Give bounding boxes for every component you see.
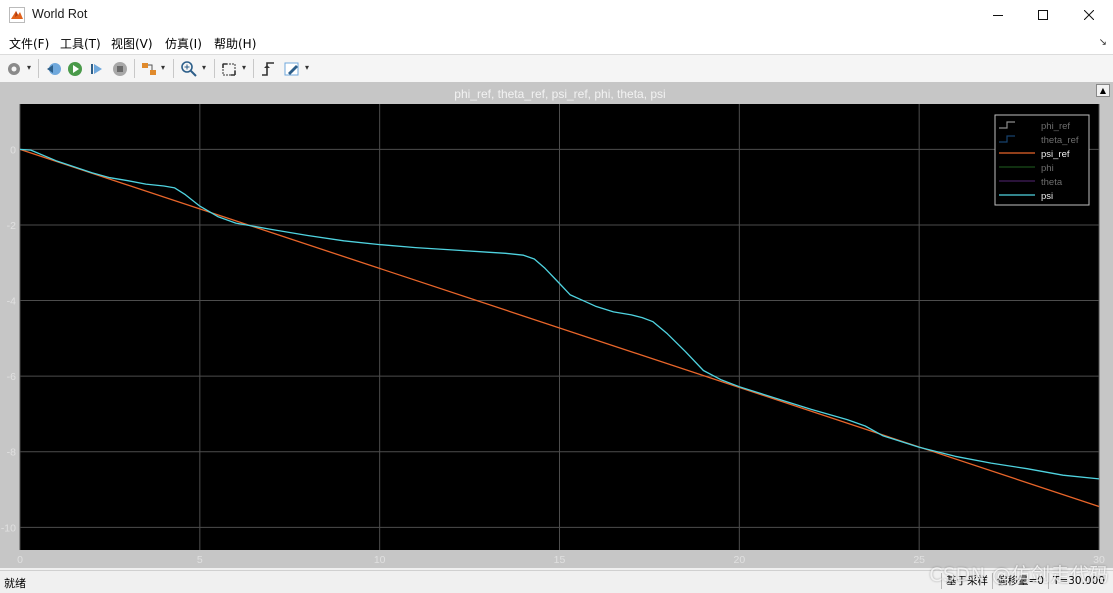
window-title: World Rot [32, 7, 88, 21]
menu-view[interactable]: 视图(V) [111, 35, 153, 52]
x-tick-label: 5 [197, 554, 203, 566]
trigger-icon [262, 62, 274, 76]
title-bar: World Rot [0, 0, 1113, 32]
collapse-toolbar-button[interactable]: ▲ [1096, 84, 1110, 97]
fit-axes-icon [222, 63, 236, 76]
stop-button[interactable] [111, 59, 129, 78]
toolbar-separator [173, 59, 174, 78]
close-button[interactable] [1066, 0, 1112, 31]
x-tick-label: 25 [913, 554, 925, 566]
x-tick-label: 15 [554, 554, 566, 566]
y-tick-label: -10 [1, 522, 16, 534]
y-tick-label: -8 [7, 447, 16, 459]
highlight-simulink-block-icon [142, 63, 156, 75]
legend[interactable]: phi_ref theta_ref psi_refphi theta psi [994, 114, 1090, 206]
menu-help[interactable]: 帮助(H) [214, 35, 256, 52]
legend-label-theta: theta [1041, 177, 1063, 188]
maximize-button[interactable] [1020, 0, 1066, 31]
settings-button[interactable] [6, 59, 22, 78]
y-tick-label: -6 [7, 371, 16, 383]
maximize-icon [1038, 10, 1048, 20]
y-tick-label: -4 [7, 296, 16, 308]
scope-display: phi_ref, theta_ref, psi_ref, phi, theta,… [0, 82, 1113, 568]
legend-label-psi_ref: psi_ref [1041, 149, 1070, 160]
step-back-button[interactable] [45, 59, 63, 78]
menu-file[interactable]: 文件(F) [9, 35, 49, 52]
zoom-in-icon [181, 61, 197, 77]
toolbar-separator [134, 59, 135, 78]
toolbar-separator [214, 59, 215, 78]
highlight-dropdown-icon[interactable]: ▾ [161, 63, 165, 72]
stop-icon [113, 62, 127, 76]
toolbar: ▾ ▾ ▾ ▾ ▾ [0, 54, 1113, 83]
step-forward-icon [91, 64, 102, 74]
toolbar-separator [253, 59, 254, 78]
legend-label-phi: phi [1041, 163, 1054, 174]
x-tick-label: 0 [17, 554, 23, 566]
menu-overflow-icon[interactable]: ↘ [1099, 37, 1107, 48]
legend-label-psi: psi [1041, 191, 1053, 202]
x-tick-label: 20 [733, 554, 745, 566]
fit-axes-dropdown-icon[interactable]: ▾ [242, 63, 246, 72]
zoom-dropdown-icon[interactable]: ▾ [202, 63, 206, 72]
toolbar-separator [38, 59, 39, 78]
fit-axes-button[interactable] [220, 59, 238, 78]
chart-title: phi_ref, theta_ref, psi_ref, phi, theta,… [454, 87, 665, 101]
style-pen-icon [284, 62, 299, 76]
run-button[interactable] [66, 59, 84, 78]
watermark-text: CSDN @仿剑走代码 [929, 564, 1109, 586]
style-dropdown-icon[interactable]: ▾ [305, 63, 309, 72]
menu-tools[interactable]: 工具(T) [60, 35, 101, 52]
trigger-button[interactable] [259, 59, 277, 78]
minimize-button[interactable] [975, 0, 1021, 31]
scope-plot[interactable]: phi_ref, theta_ref, psi_ref, phi, theta,… [0, 82, 1113, 568]
menu-bar: 文件(F) 工具(T) 视图(V) 仿真(I) 帮助(H) ↘ [0, 31, 1113, 54]
status-text: 就绪 [4, 577, 26, 590]
x-tick-label: 10 [374, 554, 386, 566]
step-back-icon [47, 63, 61, 75]
zoom-button[interactable] [180, 59, 198, 78]
legend-label-theta_ref: theta_ref [1041, 135, 1079, 146]
legend-label-phi_ref: phi_ref [1041, 121, 1070, 132]
close-icon [1084, 10, 1094, 20]
step-forward-button[interactable] [89, 59, 105, 78]
settings-gear-icon [8, 63, 20, 75]
y-tick-label: -2 [7, 220, 16, 232]
style-button[interactable] [283, 59, 301, 78]
run-icon [68, 62, 82, 76]
highlight-block-button[interactable] [140, 59, 158, 78]
minimize-icon [993, 15, 1003, 16]
y-tick-label: 0 [10, 144, 16, 156]
settings-dropdown-icon[interactable]: ▾ [27, 63, 31, 72]
matlab-logo-icon [9, 7, 25, 23]
menu-simulation[interactable]: 仿真(I) [165, 35, 202, 52]
